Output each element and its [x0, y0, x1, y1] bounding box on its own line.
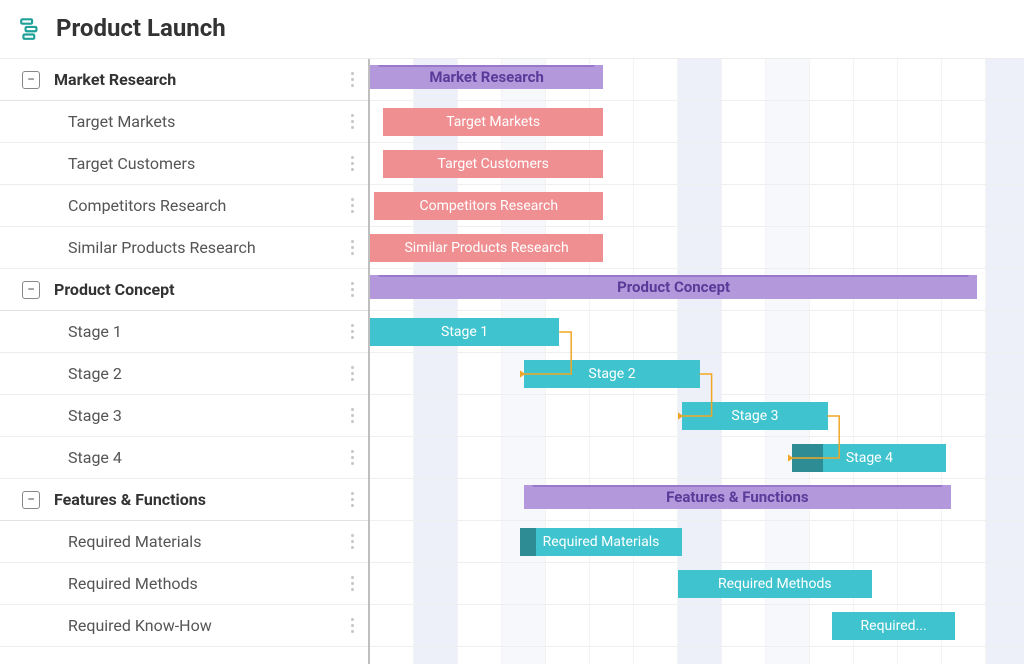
dependency-link [520, 328, 585, 382]
task-row[interactable]: Stage 4 [0, 437, 368, 479]
task-row[interactable]: Required Methods [0, 563, 368, 605]
bar-row: Stage 1 [370, 311, 1024, 353]
row-label: Stage 3 [68, 406, 344, 425]
task-bar[interactable]: Competitors Research [374, 192, 603, 220]
collapse-toggle[interactable]: − [22, 71, 40, 89]
drag-handle-icon[interactable] [344, 236, 360, 259]
task-bar[interactable]: Similar Products Research [370, 234, 603, 262]
gantt-view: Product Launch −Market ResearchTarget Ma… [0, 0, 1024, 664]
group-row[interactable]: −Product Concept [0, 269, 368, 311]
group-row[interactable]: −Market Research [0, 59, 368, 101]
bar-row: Product Concept [370, 269, 1024, 311]
task-bar[interactable]: Required Methods [678, 570, 872, 598]
bar-label: Features & Functions [666, 488, 809, 506]
row-label: Competitors Research [68, 196, 344, 215]
gantt-main: −Market ResearchTarget MarketsTarget Cus… [0, 59, 1024, 664]
drag-handle-icon[interactable] [344, 68, 360, 91]
task-bar[interactable]: Required... [832, 612, 955, 640]
row-label: Required Methods [68, 574, 344, 593]
task-bar[interactable]: Target Markets [383, 108, 603, 136]
task-row[interactable]: Stage 3 [0, 395, 368, 437]
task-row[interactable]: Similar Products Research [0, 227, 368, 269]
bar-row: Required Methods [370, 563, 1024, 605]
bars-layer: Market Research Target Markets Target Cust… [370, 59, 1024, 664]
task-row[interactable]: Stage 2 [0, 353, 368, 395]
collapse-toggle[interactable]: − [22, 281, 40, 299]
group-bar[interactable]: Product Concept [370, 275, 977, 299]
task-row[interactable]: Competitors Research [0, 185, 368, 227]
bar-row: Target Customers [370, 143, 1024, 185]
row-label: Target Customers [68, 154, 344, 173]
task-row[interactable]: Target Markets [0, 101, 368, 143]
drag-handle-icon[interactable] [344, 152, 360, 175]
row-label: Required Know-How [68, 616, 344, 635]
task-row[interactable]: Target Customers [0, 143, 368, 185]
bar-row: Required... [370, 605, 1024, 647]
drag-handle-icon[interactable] [344, 404, 360, 427]
task-row[interactable]: Required Materials [0, 521, 368, 563]
row-label: Stage 2 [68, 364, 344, 383]
dependency-link [788, 412, 853, 466]
drag-handle-icon[interactable] [344, 278, 360, 301]
task-bar[interactable]: Required Materials [520, 528, 683, 556]
bar-row: Similar Products Research [370, 227, 1024, 269]
bar-label: Similar Products Research [404, 240, 568, 256]
bar-label: Market Research [429, 68, 544, 86]
bar-label: Required Materials [543, 534, 660, 550]
drag-handle-icon[interactable] [344, 110, 360, 133]
gantt-icon [18, 15, 44, 41]
drag-handle-icon[interactable] [344, 446, 360, 469]
bar-row: Required Materials [370, 521, 1024, 563]
bar-row: Target Markets [370, 101, 1024, 143]
group-row[interactable]: −Features & Functions [0, 479, 368, 521]
bar-label: Target Customers [438, 156, 549, 172]
drag-handle-icon[interactable] [344, 530, 360, 553]
bar-label: Stage 3 [731, 408, 778, 424]
drag-handle-icon[interactable] [344, 614, 360, 637]
bar-label: Stage 1 [441, 324, 488, 340]
row-label: Target Markets [68, 112, 344, 131]
page-title: Product Launch [56, 14, 226, 42]
row-label: Stage 4 [68, 448, 344, 467]
bar-label: Required Methods [718, 576, 832, 592]
bar-label: Competitors Research [420, 198, 558, 214]
bar-row: Market Research [370, 59, 1024, 101]
bar-label: Product Concept [617, 278, 730, 296]
timeline-panel[interactable]: Market Research Target Markets Target Cust… [370, 59, 1024, 664]
row-label: Features & Functions [54, 490, 344, 509]
bar-row: Stage 4 [370, 437, 1024, 479]
bar-row: Competitors Research [370, 185, 1024, 227]
drag-handle-icon[interactable] [344, 362, 360, 385]
drag-handle-icon[interactable] [344, 572, 360, 595]
bar-label: Required... [861, 618, 927, 634]
bar-label: Stage 2 [588, 366, 635, 382]
row-label: Stage 1 [68, 322, 344, 341]
row-label: Market Research [54, 70, 344, 89]
collapse-toggle[interactable]: − [22, 491, 40, 509]
row-label: Required Materials [68, 532, 344, 551]
header: Product Launch [0, 0, 1024, 59]
task-row[interactable]: Required Know-How [0, 605, 368, 647]
drag-handle-icon[interactable] [344, 194, 360, 217]
progress-fill [520, 528, 536, 556]
bar-row: Features & Functions [370, 479, 1024, 521]
task-tree-panel: −Market ResearchTarget MarketsTarget Cus… [0, 59, 370, 664]
row-label: Similar Products Research [68, 238, 344, 257]
group-bar[interactable]: Features & Functions [524, 485, 951, 509]
dependency-link [678, 370, 726, 424]
bar-label: Target Markets [446, 114, 540, 130]
group-bar[interactable]: Market Research [370, 65, 603, 89]
task-row[interactable]: Stage 1 [0, 311, 368, 353]
drag-handle-icon[interactable] [344, 320, 360, 343]
row-label: Product Concept [54, 280, 344, 299]
task-bar[interactable]: Target Customers [383, 150, 603, 178]
drag-handle-icon[interactable] [344, 488, 360, 511]
